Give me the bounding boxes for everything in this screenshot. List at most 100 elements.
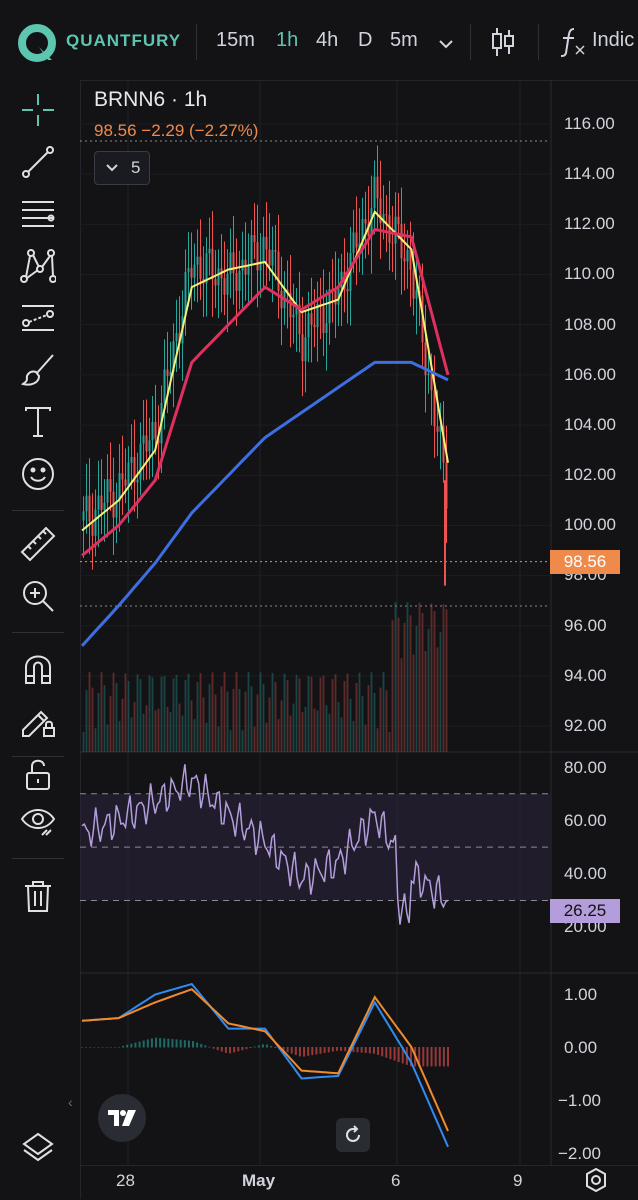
candle-body: [412, 269, 415, 299]
macd-histogram-bar: [286, 1047, 289, 1053]
volume-bar: [295, 674, 298, 752]
volume-bar: [208, 684, 211, 752]
ruler-icon[interactable]: [18, 524, 58, 564]
macd-histogram-bar: [381, 1047, 384, 1057]
macd-histogram-bar: [171, 1039, 174, 1048]
volume-bar: [124, 673, 127, 752]
macd-histogram-bar: [311, 1047, 314, 1056]
macd-tick: 0.00: [564, 1038, 598, 1057]
volume-bar: [82, 732, 85, 752]
macd-histogram-bar: [294, 1047, 297, 1055]
volume-bar: [331, 679, 334, 752]
candle-body: [265, 236, 268, 250]
volume-bar: [223, 672, 226, 752]
fib-retracement-icon[interactable]: [18, 194, 58, 234]
volume-bar: [166, 706, 169, 752]
macd-histogram-bar: [122, 1045, 125, 1048]
trash-icon[interactable]: [18, 876, 58, 916]
magnet-icon[interactable]: [18, 648, 58, 688]
candle-body: [403, 258, 406, 262]
volume-bar: [424, 650, 427, 752]
volume-bar: [349, 698, 352, 752]
emoji-icon[interactable]: [18, 454, 58, 494]
trend-line-icon[interactable]: [18, 142, 58, 182]
volume-bar: [343, 680, 346, 752]
volume-bar: [121, 698, 124, 752]
macd-histogram-bar: [253, 1046, 256, 1048]
volume-bar: [181, 715, 184, 752]
zoom-in-icon[interactable]: [18, 576, 58, 616]
candlestick-icon[interactable]: [490, 26, 516, 63]
eye-icon[interactable]: [18, 802, 58, 842]
volume-bar: [139, 679, 142, 752]
brush-icon[interactable]: [18, 350, 58, 390]
candle-body: [229, 252, 232, 274]
chevron-down-icon[interactable]: [438, 36, 454, 54]
settings-gear-icon[interactable]: [584, 1167, 608, 1197]
volume-bar: [220, 686, 223, 752]
macd-histogram-bar: [344, 1047, 347, 1052]
candle-body: [238, 270, 241, 291]
candle-body: [100, 495, 103, 511]
price-tick: 110.00: [564, 264, 615, 283]
volume-bar: [118, 720, 121, 752]
volume-bar: [361, 695, 364, 752]
volume-bar: [370, 672, 373, 752]
volume-bar: [274, 681, 277, 752]
lock-drawings-icon[interactable]: [18, 700, 58, 740]
volume-bar: [409, 615, 412, 752]
macd-histogram-bar: [118, 1046, 121, 1048]
volume-bar: [175, 674, 178, 752]
macd-histogram-bar: [270, 1045, 273, 1048]
macd-histogram-bar: [323, 1047, 326, 1053]
unlock-icon[interactable]: [18, 754, 58, 794]
time-axis[interactable]: [80, 1165, 638, 1200]
reset-chart-button[interactable]: [336, 1118, 370, 1152]
pattern-icon[interactable]: [18, 246, 58, 286]
macd-histogram-bar: [134, 1042, 137, 1048]
price-tick: 114.00: [564, 164, 615, 183]
candle-body: [136, 479, 139, 483]
collapse-sidebar-icon[interactable]: ‹: [68, 1094, 73, 1110]
macd-histogram-bar: [442, 1047, 445, 1067]
crosshair-icon[interactable]: [18, 90, 58, 130]
volume-bar: [391, 620, 394, 752]
prediction-icon[interactable]: [18, 298, 58, 338]
price-chart[interactable]: [80, 80, 638, 1165]
price-tick: 96.00: [564, 616, 607, 635]
tradingview-logo-button[interactable]: [98, 1094, 146, 1142]
function-icon[interactable]: [558, 26, 588, 63]
volume-bar: [214, 694, 217, 752]
candle-body: [142, 435, 145, 444]
macd-histogram-bar: [97, 1047, 100, 1048]
candlesticks: [82, 145, 448, 586]
indicators-button[interactable]: Indic: [592, 29, 634, 52]
chevron-down-icon: [106, 164, 118, 172]
macd-histogram-bar: [229, 1047, 232, 1054]
volume-bar: [127, 680, 130, 752]
candle-body: [121, 473, 124, 480]
volume-bar: [307, 676, 310, 752]
macd-histogram-bar: [179, 1039, 182, 1048]
timeframe-5m[interactable]: 5m: [390, 29, 418, 52]
layers-icon[interactable]: [18, 1128, 58, 1168]
candle-body: [85, 495, 88, 512]
candle-body: [385, 214, 388, 216]
macd-histogram-bar: [307, 1047, 310, 1056]
candle-body: [391, 242, 394, 244]
macd-histogram-bar: [192, 1041, 195, 1048]
volume-bar: [109, 695, 112, 752]
volume-bar: [160, 676, 163, 752]
candle-body: [97, 495, 100, 510]
timeframe-d[interactable]: D: [358, 29, 372, 52]
volume-bar: [205, 722, 208, 752]
indicators-toggle[interactable]: 5: [94, 151, 150, 185]
symbol-title[interactable]: BRNN6 · 1h: [94, 88, 207, 112]
timeframe-4h[interactable]: 4h: [316, 29, 338, 52]
timeframe-1h[interactable]: 1h: [276, 29, 298, 52]
macd-histogram-bar: [237, 1047, 240, 1052]
text-icon[interactable]: [18, 402, 58, 442]
timeframe-15m[interactable]: 15m: [216, 29, 255, 52]
volume-bar: [340, 717, 343, 752]
volume-bar: [190, 700, 193, 752]
